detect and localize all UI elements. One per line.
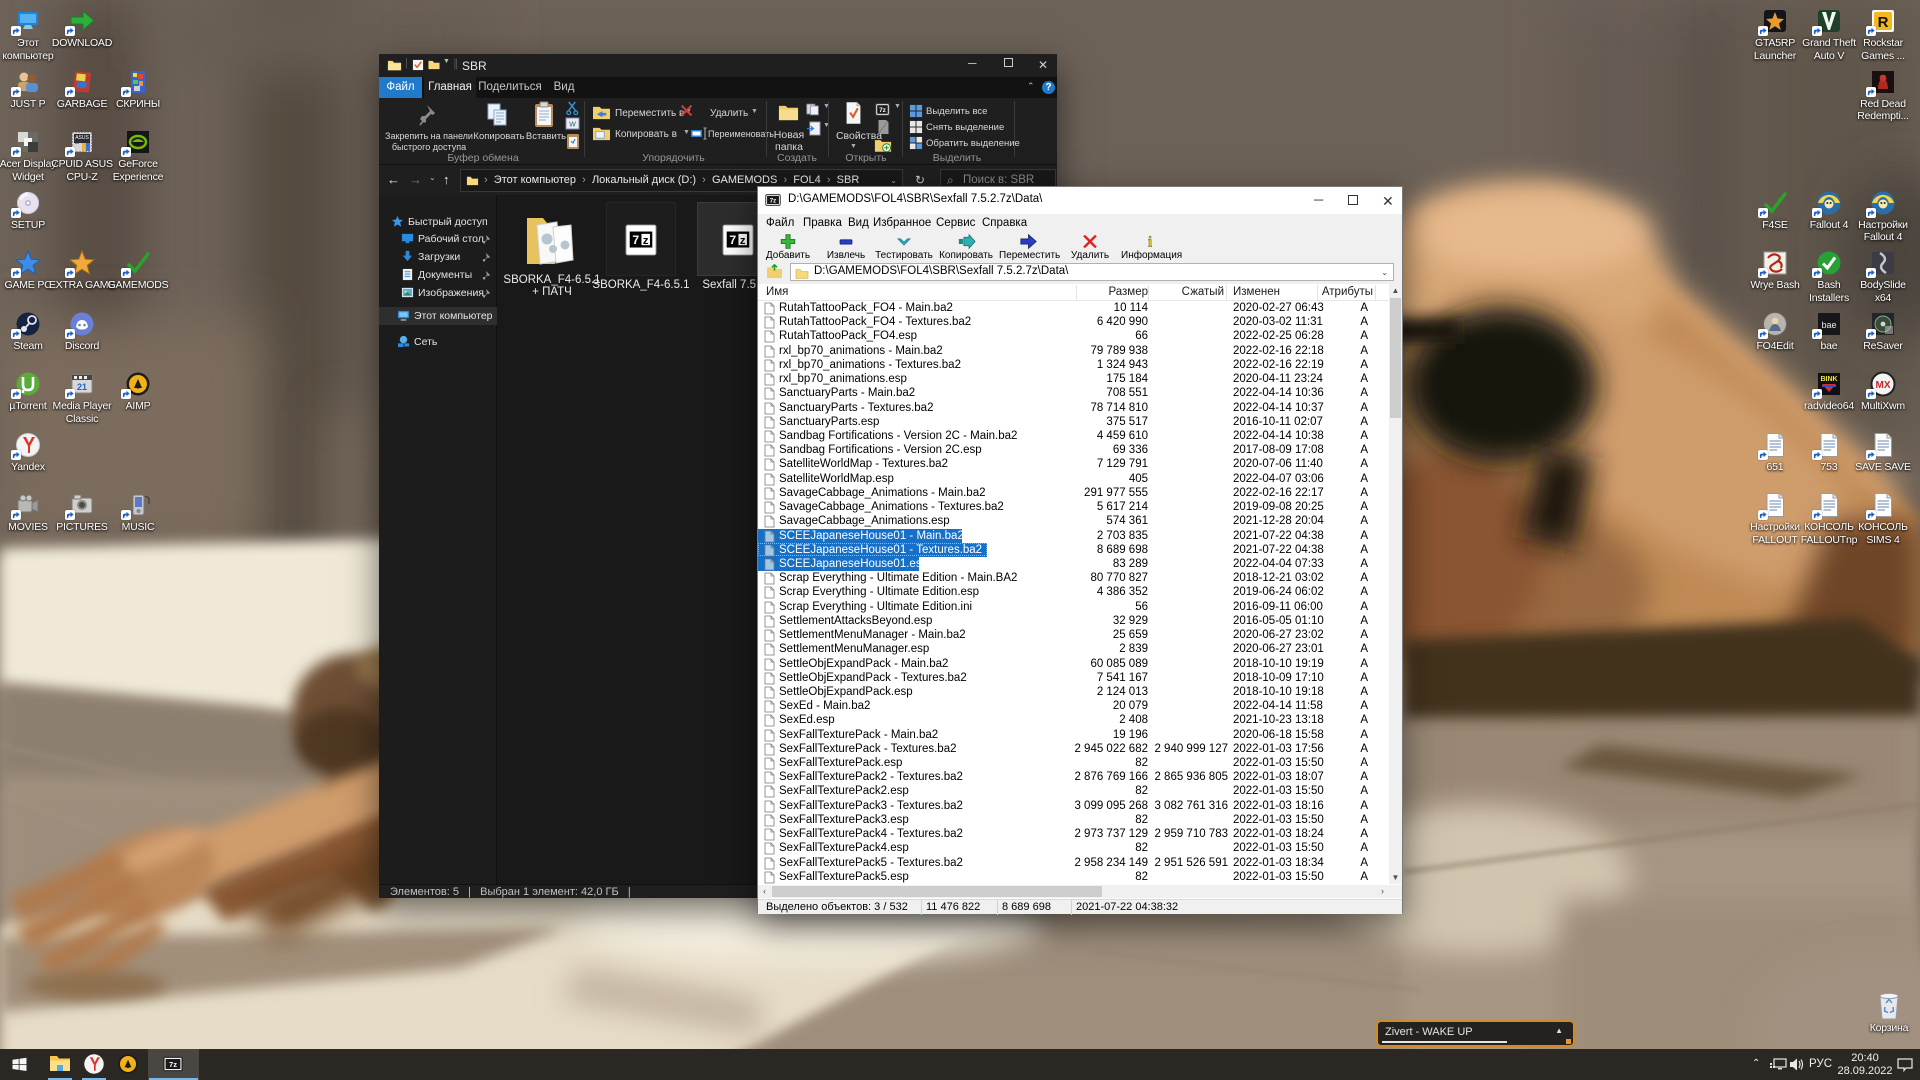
- svg-text:7z: 7z: [770, 197, 776, 204]
- svg-text:MX: MX: [1876, 380, 1891, 391]
- svg-text:7z: 7z: [169, 1060, 177, 1069]
- svg-text:7z: 7z: [879, 107, 887, 114]
- svg-text:7: 7: [729, 233, 736, 247]
- svg-text:z: z: [643, 235, 649, 247]
- svg-text:R: R: [1878, 14, 1889, 31]
- svg-text:21: 21: [77, 382, 87, 392]
- svg-text:7: 7: [632, 233, 639, 247]
- svg-text:BINK: BINK: [1820, 376, 1837, 383]
- svg-text:z: z: [740, 235, 746, 247]
- svg-text:i: i: [1148, 235, 1152, 250]
- svg-text:W: W: [569, 122, 576, 129]
- svg-text:bae: bae: [1821, 320, 1836, 330]
